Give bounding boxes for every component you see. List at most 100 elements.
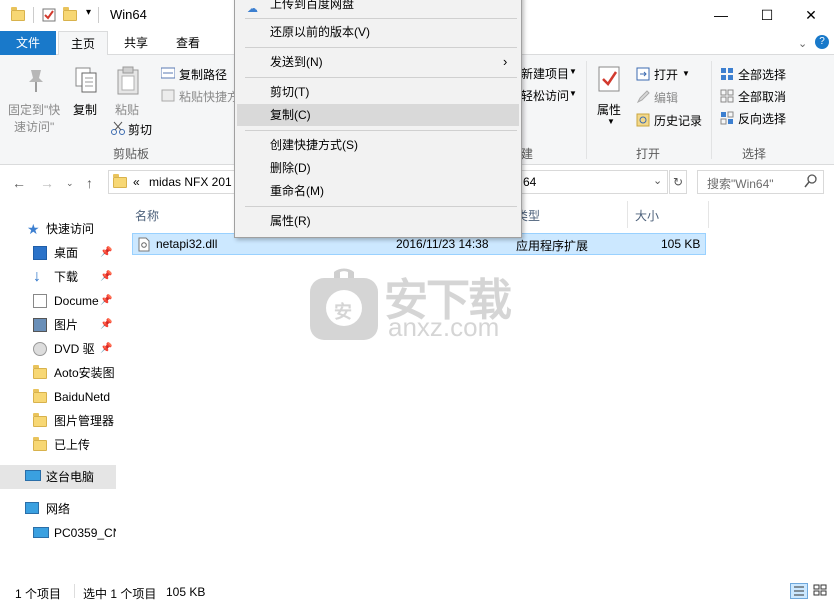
computer-icon: [25, 470, 41, 481]
nav-aoto[interactable]: Aoto安装图: [0, 361, 116, 385]
minimize-button[interactable]: —: [698, 0, 744, 31]
dropdown-icon[interactable]: ▼: [569, 89, 577, 98]
recent-dropdown-icon[interactable]: ⌄: [66, 178, 74, 189]
tab-file[interactable]: 文件: [0, 31, 56, 55]
menu-item-create-shortcut[interactable]: 创建快捷方式(S): [237, 134, 519, 156]
back-arrow-icon[interactable]: ←: [12, 175, 26, 191]
forward-arrow-icon[interactable]: →: [40, 175, 54, 191]
nav-this-pc[interactable]: 这台电脑: [0, 465, 116, 489]
download-arrow-icon: ↓: [33, 268, 41, 285]
nav-network[interactable]: 网络: [0, 497, 116, 521]
new-folder-icon[interactable]: [63, 7, 77, 22]
pin-icon[interactable]: 📌: [100, 313, 112, 337]
open-button[interactable]: 打开: [654, 66, 678, 83]
refresh-icon[interactable]: ↻: [669, 170, 687, 194]
close-button[interactable]: ✕: [788, 0, 834, 31]
copy-icon: [74, 66, 98, 97]
dropdown-icon[interactable]: ▼: [682, 69, 690, 78]
tab-home[interactable]: 主页: [58, 31, 108, 56]
watermark-url: anxz.com: [388, 312, 500, 342]
menu-label: 删除(D): [270, 161, 311, 175]
nav-pc-name[interactable]: PC0359_CN: [0, 521, 116, 545]
dropdown-icon[interactable]: ▼: [607, 117, 615, 126]
breadcrumb-overflow[interactable]: «: [133, 175, 140, 189]
menu-label: 重命名(M): [270, 184, 324, 198]
select-all-button[interactable]: 全部选择: [738, 66, 786, 83]
tab-share[interactable]: 共享: [112, 31, 160, 55]
chevron-down-icon[interactable]: ⌄: [798, 37, 807, 50]
invert-selection-icon: [720, 111, 734, 128]
nav-documents[interactable]: Docume 📌: [0, 289, 116, 313]
large-icons-view-icon[interactable]: [812, 583, 830, 599]
menu-item-send-to[interactable]: 发送到(N) ›: [237, 51, 519, 73]
folder-icon: [33, 389, 47, 404]
easy-access-button[interactable]: 轻松访问: [521, 87, 569, 104]
divider: [74, 584, 75, 598]
menu-label: 上传到百度网盘: [270, 0, 355, 11]
breadcrumb-path[interactable]: midas NFX 201: [149, 175, 232, 189]
invert-selection-button[interactable]: 反向选择: [738, 110, 786, 127]
properties-check-icon[interactable]: [42, 8, 56, 22]
column-divider[interactable]: [708, 201, 709, 228]
maximize-button[interactable]: ☐: [744, 0, 790, 31]
help-icon[interactable]: ?: [815, 35, 829, 49]
column-header-name[interactable]: 名称: [135, 207, 159, 224]
paste-button[interactable]: 粘贴: [115, 101, 139, 118]
menu-separator: [245, 206, 517, 207]
nav-downloads[interactable]: ↓ 下载 📌: [0, 265, 116, 289]
desktop-icon: [33, 246, 47, 260]
nav-label: BaiduNetd: [54, 390, 111, 404]
menu-item-restore-previous[interactable]: 还原以前的版本(V): [237, 21, 519, 43]
pin-icon[interactable]: 📌: [100, 289, 112, 313]
menu-item-rename[interactable]: 重命名(M): [237, 180, 519, 202]
pin-quick-access-label[interactable]: 固定到"快: [8, 101, 60, 118]
nav-pictures[interactable]: 图片 📌: [0, 313, 116, 337]
properties-button[interactable]: 属性: [597, 101, 621, 118]
column-header-size[interactable]: 大小: [635, 207, 659, 224]
search-input[interactable]: 搜索"Win64": [697, 170, 824, 194]
menu-separator: [245, 130, 517, 131]
menu-item-copy[interactable]: 复制(C): [237, 104, 519, 126]
paste-shortcut-button[interactable]: 粘贴快捷方: [179, 88, 239, 105]
pin-icon[interactable]: 📌: [100, 337, 112, 361]
menu-item-cut[interactable]: 剪切(T): [237, 81, 519, 103]
nav-baidu[interactable]: BaiduNetd: [0, 385, 116, 409]
history-button[interactable]: 历史记录: [654, 112, 702, 129]
selected-count: 选中 1 个项目: [83, 587, 157, 601]
breadcrumb-current[interactable]: 64: [523, 175, 536, 189]
address-dropdown-icon[interactable]: ⌄: [653, 174, 662, 187]
copy-path-button[interactable]: 复制路径: [179, 66, 227, 83]
dvd-icon: [33, 342, 47, 356]
quick-access-dropdown-icon[interactable]: ▾: [86, 7, 91, 18]
pin-icon[interactable]: 📌: [100, 241, 112, 265]
file-type: 应用程序扩展: [516, 239, 589, 253]
folder-icon: [33, 437, 47, 452]
pin-icon[interactable]: 📌: [100, 265, 112, 289]
file-name[interactable]: netapi32.dll: [156, 237, 217, 251]
new-item-button[interactable]: 新建项目: [521, 65, 569, 82]
nav-desktop[interactable]: 桌面 📌: [0, 241, 116, 265]
details-view-icon[interactable]: [790, 583, 808, 599]
up-arrow-icon[interactable]: ↑: [86, 175, 93, 191]
nav-pic-manager[interactable]: 图片管理器: [0, 409, 116, 433]
select-none-button[interactable]: 全部取消: [738, 88, 786, 105]
folder-icon: [113, 174, 127, 189]
dropdown-icon[interactable]: ▼: [569, 67, 577, 76]
nav-dvd[interactable]: DVD 驱 📌: [0, 337, 116, 361]
cut-button[interactable]: 剪切: [128, 121, 152, 138]
nav-uploaded[interactable]: 已上传: [0, 433, 116, 457]
nav-label: 已上传: [54, 438, 91, 452]
copy-button[interactable]: 复制: [73, 101, 97, 118]
menu-item-upload-baidu[interactable]: ☁ 上传到百度网盘: [237, 0, 519, 15]
copy-path-icon: [160, 67, 176, 82]
nav-quick-access[interactable]: ★ 快速访问: [0, 217, 116, 241]
edit-button[interactable]: 编辑: [654, 89, 678, 106]
column-divider[interactable]: [627, 201, 628, 228]
search-icon[interactable]: [804, 173, 818, 192]
menu-item-delete[interactable]: 删除(D): [237, 157, 519, 179]
selected-size: 105 KB: [166, 585, 206, 599]
menu-item-properties[interactable]: 属性(R): [237, 210, 519, 232]
nav-label: PC0359_CN: [54, 526, 116, 540]
pin-quick-access-label-2[interactable]: 速访问": [14, 118, 54, 135]
tab-view[interactable]: 查看: [164, 31, 212, 55]
